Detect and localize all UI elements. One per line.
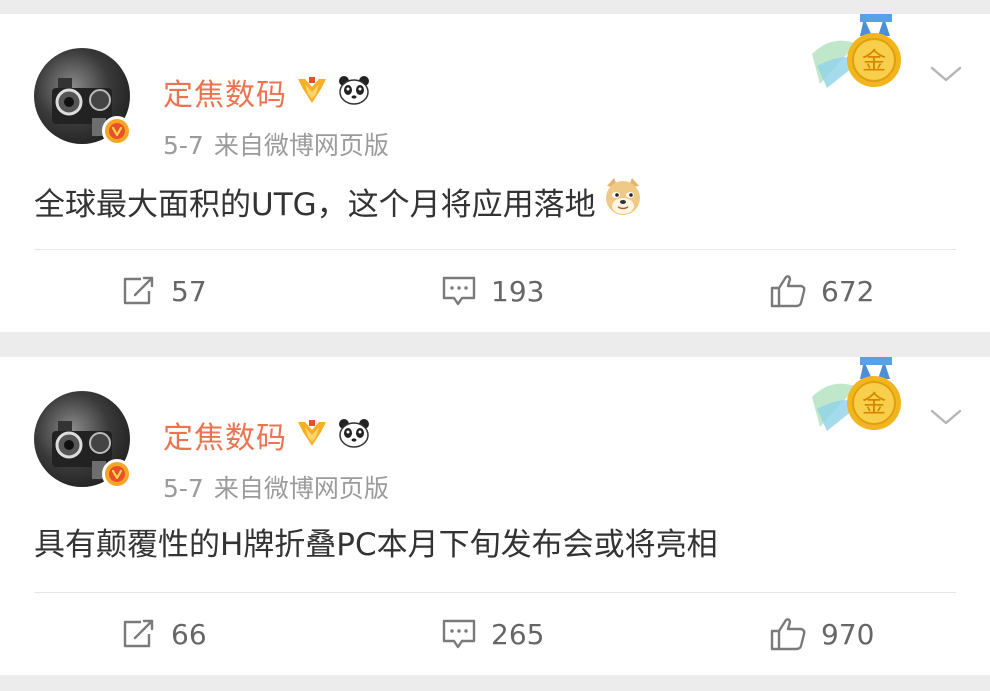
post-text[interactable]: 具有颠覆性的H牌折叠PC本月下旬发布会或将亮相 <box>34 519 954 564</box>
comment-count: 265 <box>491 617 545 651</box>
vip-medal-icon[interactable] <box>295 418 329 452</box>
repost-icon <box>123 276 154 305</box>
chevron-down-icon[interactable] <box>928 56 964 92</box>
post-text-content: 全球最大面积的UTG，这个月将应用落地 <box>34 186 596 223</box>
comment-button[interactable]: 193 <box>441 250 544 332</box>
username-row: 定焦数码 <box>163 70 371 114</box>
post-date[interactable]: 5-7 <box>163 474 204 503</box>
action-bar: 66 265 970 <box>0 593 990 675</box>
repost-button[interactable]: 66 <box>121 593 207 675</box>
avatar[interactable] <box>34 48 132 146</box>
post-card[interactable]: 定焦数码 <box>0 14 990 332</box>
repost-count: 57 <box>171 274 207 308</box>
post-text-content: 具有颠覆性的H牌折叠PC本月下旬发布会或将亮相 <box>34 527 718 563</box>
username[interactable]: 定焦数码 <box>163 70 287 114</box>
action-bar: 57 193 672 <box>0 250 990 332</box>
post-date[interactable]: 5-7 <box>163 131 204 160</box>
gold-medal-icon: 金 <box>812 357 922 441</box>
thumbs-up-icon <box>770 618 806 651</box>
repost-count: 66 <box>171 617 207 651</box>
medal-text: 金 <box>862 390 886 418</box>
comment-icon <box>442 619 476 649</box>
chevron-down-icon[interactable] <box>928 399 964 435</box>
comment-count: 193 <box>491 274 545 308</box>
comment-button[interactable]: 265 <box>441 593 544 675</box>
post-source: 来自微博网页版 <box>213 131 389 160</box>
panda-icon[interactable] <box>337 418 371 452</box>
repost-icon <box>123 619 154 648</box>
like-count: 672 <box>821 274 875 308</box>
username[interactable]: 定焦数码 <box>163 413 287 457</box>
like-button[interactable]: 672 <box>769 250 874 332</box>
medal-text: 金 <box>862 47 886 75</box>
repost-button[interactable]: 57 <box>121 250 207 332</box>
weibo-feed: 定焦数码 5-7 来自微博网页版 金 全球最大面积的UTG，这个月将应用落地 5… <box>0 0 990 691</box>
username-row: 定焦数码 <box>163 413 371 457</box>
verified-badge-icon <box>102 116 132 146</box>
like-count: 970 <box>821 617 875 651</box>
post-meta: 5-7 来自微博网页版 <box>163 126 389 162</box>
avatar[interactable] <box>34 391 132 489</box>
like-button[interactable]: 970 <box>769 593 874 675</box>
gold-medal-icon: 金 <box>812 14 922 98</box>
doge-emoji-icon <box>602 176 644 226</box>
verified-badge-icon <box>102 459 132 489</box>
post-source: 来自微博网页版 <box>213 474 389 503</box>
comment-icon <box>442 276 476 306</box>
post-card[interactable]: 定焦数码 <box>0 357 990 675</box>
post-text[interactable]: 全球最大面积的UTG，这个月将应用落地 <box>34 176 954 226</box>
vip-medal-icon[interactable] <box>295 75 329 109</box>
panda-icon[interactable] <box>337 75 371 109</box>
thumbs-up-icon <box>770 275 806 308</box>
post-meta: 5-7 来自微博网页版 <box>163 469 389 505</box>
